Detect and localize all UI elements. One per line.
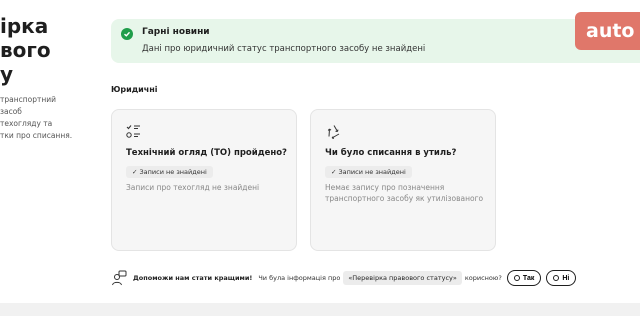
- card-text: Немає запису про позначення транспортног…: [325, 183, 484, 203]
- footer-band: [0, 303, 640, 316]
- feedback-person-icon: [112, 270, 127, 286]
- feedback-bar: Допоможи нам стати кращими! Чи була інфо…: [111, 268, 577, 288]
- no-label: Ні: [562, 274, 570, 282]
- yes-button[interactable]: Так: [506, 270, 542, 286]
- status-badge: ✓ Записи не знайдені: [325, 166, 412, 178]
- status-badge: ✓ Записи не знайдені: [126, 166, 213, 178]
- feedback-question-end: корисною?: [464, 274, 502, 282]
- radio-icon: [553, 275, 560, 281]
- check-circle-icon: [121, 28, 133, 40]
- good-news-banner: Гарні новини Дані про юридичний статус т…: [111, 19, 640, 63]
- page-description-fragment: транспортний засоб техогляду та тки про …: [0, 95, 73, 140]
- feedback-heading: Допоможи нам стати кращими!: [133, 274, 253, 282]
- scrapping-card: Чи було списання в утиль? ✓ Записи не зн…: [310, 109, 496, 251]
- radio-icon: [513, 275, 520, 281]
- no-button[interactable]: Ні: [546, 270, 577, 286]
- brand-logo[interactable]: auto: [575, 12, 640, 50]
- page-title-fragment: ірка вого у: [0, 14, 51, 86]
- section-title: Юридичні: [111, 85, 158, 94]
- feedback-topic: «Перевірка правового статусу»: [343, 271, 462, 285]
- banner-text: Дані про юридичний статус транспортного …: [142, 44, 426, 54]
- yes-label: Так: [522, 274, 535, 282]
- card-title: Технічний огляд (ТО) пройдено?: [126, 148, 287, 158]
- card-title: Чи було списання в утиль?: [325, 148, 457, 158]
- checklist-icon: [126, 125, 140, 138]
- recycle-icon: [327, 125, 340, 139]
- banner-title: Гарні новини: [142, 27, 210, 37]
- card-text: Записи про техогляд не знайдені: [126, 183, 260, 192]
- feedback-question: Чи була інформація про: [258, 274, 341, 282]
- inspection-card: Технічний огляд (ТО) пройдено? ✓ Записи …: [111, 109, 297, 251]
